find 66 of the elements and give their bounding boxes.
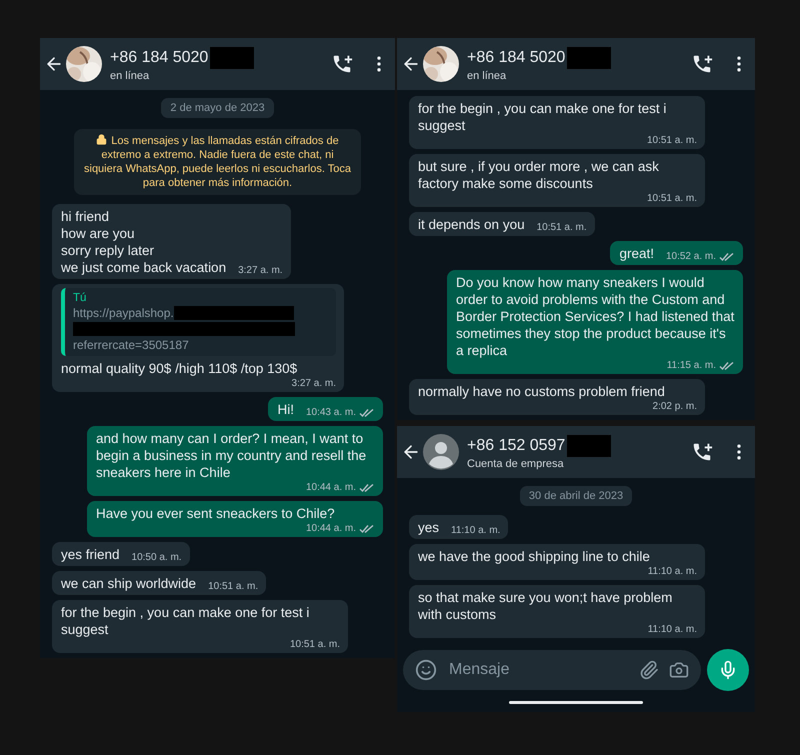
read-receipt-icon — [359, 408, 375, 418]
message-text: hi friend how are you sorry reply later we just come back vacation — [61, 208, 226, 276]
contact-name: +86 152 0597 — [467, 436, 566, 454]
contact-name: +86 184 5020 — [110, 48, 208, 66]
read-receipt-icon — [359, 524, 375, 534]
message-time: 10:51 a. m. — [646, 135, 697, 146]
message-time: 10:50 a. m. — [132, 552, 182, 563]
message-time: 10:52 a. m. — [666, 251, 716, 262]
message-text: so that make sure you won;t have problem with customs — [418, 589, 674, 623]
message-text: Have you ever sent sneackers to Chile? — [96, 505, 335, 522]
read-receipt-icon — [719, 252, 735, 262]
date-chip: 2 de mayo de 2023 — [161, 98, 274, 118]
message-text: we can ship worldwide — [61, 575, 196, 592]
message-text: Hi! — [277, 401, 294, 418]
message-text: normal quality 90$ /high 110$ /top 130$ — [61, 360, 298, 377]
emoji-icon[interactable] — [415, 659, 437, 681]
message-text: it depends on you — [418, 216, 525, 233]
message-time: 11:10 a. m. — [451, 525, 500, 536]
read-receipt-icon — [359, 482, 375, 492]
redaction-bar — [567, 434, 612, 456]
lock-icon — [96, 134, 108, 145]
contact-name: +86 184 5020 — [467, 48, 566, 66]
mic-button[interactable] — [707, 649, 749, 691]
quote-text: https://paypalshop. — [73, 306, 174, 320]
message-text: yes friend — [61, 546, 120, 563]
message-time: 11:15 a. m. — [666, 360, 716, 371]
message-field[interactable]: Mensaje — [403, 650, 701, 690]
encryption-notice[interactable]: Los mensajes y las llamadas están cifrados de extremo a extremo. Nadie fuera de este chat, ni siquiera WhatsApp, puede leerlos ni escucharlos. Toca para obtener más información. — [74, 129, 361, 195]
message-time: 2:02 p. m. — [652, 401, 697, 412]
add-call-icon[interactable] — [691, 441, 713, 463]
message-text: but sure , if you order more , we can ask factory make some discounts — [418, 158, 660, 192]
quote-author: Tú — [73, 292, 88, 304]
add-call-icon[interactable] — [691, 53, 713, 75]
avatar-icon — [423, 434, 459, 470]
read-receipt-icon — [719, 360, 735, 370]
message-time: 10:51 a. m. — [290, 639, 340, 650]
quoted-message[interactable]: Tú https://paypalshop. referrercate=3505187 — [61, 288, 336, 356]
message-time: 10:44 a. m. — [306, 482, 356, 493]
message-text: normally have no customs problem friend — [418, 383, 665, 400]
contact-status: en línea — [467, 70, 508, 82]
contact-status: en línea — [110, 70, 150, 82]
message-input[interactable]: Mensaje — [447, 660, 629, 680]
camera-icon[interactable] — [669, 660, 689, 680]
message-text: and how many can I order? I mean, I want to begin a business in my country and resell the sneakers here in Chile — [96, 430, 368, 481]
attach-icon[interactable] — [639, 660, 659, 680]
message-time: 10:44 a. m. — [306, 523, 356, 534]
redaction-bar — [210, 46, 254, 68]
message-time: 3:27 a. m. — [292, 378, 336, 389]
message-text: Do you know how many sneakers I would order to avoid problems with the Custom and Border Protection Services? I had listened that sometimes they stop the product because it's a replica — [456, 274, 735, 359]
quote-text: referrercate=3505187 — [73, 338, 190, 352]
message-time: 10:51 a. m. — [536, 222, 587, 233]
message-text: yes — [418, 519, 440, 536]
message-text: great! — [619, 245, 654, 262]
date-chip: 30 de abril de 2023 — [520, 486, 632, 506]
redaction-bar — [567, 46, 612, 68]
message-text: we have the good shipping line to chile — [418, 548, 650, 565]
message-time: 10:51 a. m. — [208, 581, 258, 592]
message-text: for the begin , you can make one for test i suggest — [418, 100, 668, 134]
message-time: 11:10 a. m. — [648, 566, 697, 577]
message-time: 10:43 a. m. — [306, 407, 356, 418]
message-time: 10:51 a. m. — [646, 193, 697, 204]
message-time: 3:27 a. m. — [238, 265, 283, 276]
contact-status: Cuenta de empresa — [467, 458, 565, 470]
add-call-icon[interactable] — [331, 53, 353, 75]
message-text: for the begin , you can make one for test i suggest — [61, 604, 310, 638]
message-time: 11:10 a. m. — [648, 624, 697, 635]
